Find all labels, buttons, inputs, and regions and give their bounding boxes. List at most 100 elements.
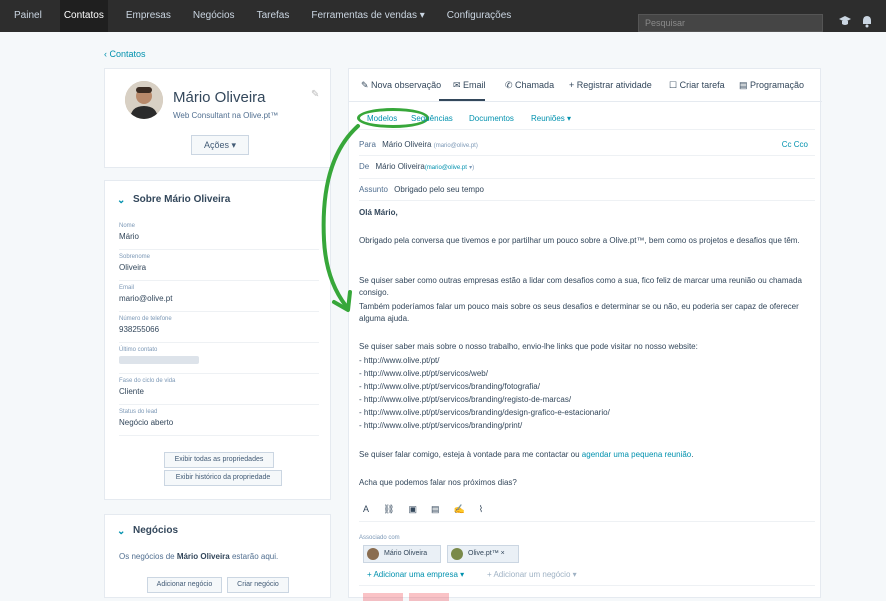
bell-icon[interactable] xyxy=(860,14,874,28)
divider xyxy=(119,311,319,312)
subtab-modelos[interactable]: Modelos xyxy=(357,108,429,128)
deals-empty-text: Os negócios de Mário Oliveira estarão aq… xyxy=(119,552,278,561)
search-input[interactable]: Pesquisar xyxy=(638,14,823,32)
list-item: - http://www.olive.pt/pt/servicos/brandi… xyxy=(359,408,610,417)
list-item: - http://www.olive.pt/pt/servicos/brandi… xyxy=(359,421,523,430)
divider xyxy=(119,249,319,250)
email-paragraph-2a[interactable]: Se quiser saber como outras empresas est… xyxy=(359,275,809,299)
active-tab-indicator xyxy=(439,99,485,101)
divider xyxy=(119,404,319,405)
envelope-icon: ✉ xyxy=(453,80,464,90)
email-link-list[interactable]: - http://www.olive.pt/pt/ - http://www.o… xyxy=(359,354,809,432)
deals-text-suffix: estarão aqui. xyxy=(229,552,279,561)
nav-configuracoes[interactable]: Configurações xyxy=(443,0,515,32)
attachment-icon[interactable]: ⌇ xyxy=(479,504,497,514)
tab-registrar-atividade[interactable]: + Registrar atividade xyxy=(569,80,652,90)
add-deal-link[interactable]: + Adicionar um negócio ▾ xyxy=(487,570,577,579)
associated-contact-chip[interactable]: Mário Oliveira xyxy=(363,545,441,563)
tab-chamada[interactable]: ✆ Chamada xyxy=(505,80,554,91)
create-deal-button[interactable]: Criar negócio xyxy=(227,577,289,593)
email-paragraph-5[interactable]: Acha que podemos falar nos próximos dias… xyxy=(359,477,809,489)
email-paragraph-3[interactable]: Se quiser saber mais sobre o nosso traba… xyxy=(359,341,809,353)
prop-value: Oliveira xyxy=(119,263,147,272)
add-deal-button[interactable]: Adicionar negócio xyxy=(147,577,222,593)
nav-negocios[interactable]: Negócios xyxy=(189,0,239,32)
show-all-properties-button[interactable]: Exibir todas as propriedades xyxy=(164,452,274,468)
send-button[interactable] xyxy=(363,593,403,601)
prop-label: Status do lead xyxy=(119,409,158,415)
from-dropdown[interactable]: ▾) xyxy=(469,165,474,171)
email-paragraph-1[interactable]: Obrigado pela conversa que tivemos e por… xyxy=(359,235,809,247)
nav-tarefas[interactable]: Tarefas xyxy=(253,0,294,32)
subtab-reunioes[interactable]: Reuniões ▾ xyxy=(531,114,571,123)
prop-status-lead[interactable]: Status do lead Negócio aberto xyxy=(119,409,319,427)
prop-sobrenome[interactable]: Sobrenome Oliveira xyxy=(119,254,319,272)
subtab-documentos[interactable]: Documentos xyxy=(469,114,514,123)
prop-fase-ciclo[interactable]: Fase do ciclo de vida Cliente xyxy=(119,378,319,396)
signature-icon[interactable]: ✍ xyxy=(453,504,478,514)
email-greeting[interactable]: Olá Mário, xyxy=(359,207,809,219)
pencil-icon[interactable]: ✎ xyxy=(311,89,319,100)
activity-tabs: ✎ Nova observação ✉ Email ✆ Chamada + Re… xyxy=(349,69,822,102)
to-field[interactable]: Para Mário Oliveira (mario@olive.pt) xyxy=(359,140,815,149)
annotation-arrow-icon xyxy=(321,124,360,312)
from-email: (mario@olive.pt xyxy=(424,165,467,171)
prop-value: Cliente xyxy=(119,387,144,396)
tab-label: Programação xyxy=(750,80,805,90)
subject-field[interactable]: Assunto Obrigado pelo seu tempo xyxy=(359,185,815,194)
show-property-history-button[interactable]: Exibir histórico da propriedade xyxy=(164,470,282,486)
prop-ultimo-contato[interactable]: Último contato xyxy=(119,347,319,364)
prop-value: Negócio aberto xyxy=(119,418,174,427)
to-email: (mario@olive.pt) xyxy=(433,143,478,149)
email-paragraph-4[interactable]: Se quiser falar comigo, esteja à vontade… xyxy=(359,449,809,461)
chevron-down-icon[interactable]: ⌄ xyxy=(117,526,125,537)
send-options-button[interactable] xyxy=(409,593,449,601)
divider xyxy=(359,178,815,179)
from-name: Mário Oliveira xyxy=(375,162,425,171)
tab-email[interactable]: ✉ Email xyxy=(453,80,486,91)
phone-icon: ✆ xyxy=(505,80,516,90)
prop-email[interactable]: Email mario@olive.pt xyxy=(119,285,319,303)
tab-programacao[interactable]: ▤ Programação xyxy=(739,80,804,91)
graduation-cap-icon[interactable] xyxy=(838,14,852,28)
meeting-link[interactable]: agendar uma pequena reunião xyxy=(582,450,691,459)
actions-dropdown[interactable]: Ações ▾ xyxy=(191,135,249,155)
nav-empresas[interactable]: Empresas xyxy=(122,0,175,32)
tab-nova-observacao[interactable]: ✎ Nova observação xyxy=(361,80,441,91)
nav-ferramentas[interactable]: Ferramentas de vendas ▾ xyxy=(307,0,428,32)
tab-criar-tarefa[interactable]: ☐ Criar tarefa xyxy=(669,80,725,91)
deals-card: ⌄ Negócios Os negócios de Mário Oliveira… xyxy=(104,514,331,598)
chevron-down-icon[interactable]: ⌄ xyxy=(117,195,125,206)
image-icon[interactable]: ▣ xyxy=(408,504,431,514)
cc-bcc-link[interactable]: Cc Cco xyxy=(782,140,808,149)
back-to-contacts-link[interactable]: ‹ Contatos xyxy=(104,49,146,59)
divider xyxy=(119,435,319,436)
from-field[interactable]: De Mário Oliveira(mario@olive.pt ▾) xyxy=(359,162,815,171)
nav-painel[interactable]: Painel xyxy=(10,0,46,32)
associated-company-chip[interactable]: Olive.pt™ × xyxy=(447,545,519,563)
chip-label: Mário Oliveira xyxy=(384,550,428,557)
prop-value: mario@olive.pt xyxy=(119,294,173,303)
deals-text-name: Mário Oliveira xyxy=(176,552,230,561)
activity-composer: ✎ Nova observação ✉ Email ✆ Chamada + Re… xyxy=(348,68,822,601)
nav-contatos[interactable]: Contatos xyxy=(59,0,108,32)
plus-icon: + xyxy=(569,80,577,90)
list-item: - http://www.olive.pt/pt/servicos/brandi… xyxy=(359,395,572,404)
add-company-link[interactable]: + Adicionar uma empresa ▾ xyxy=(367,570,464,579)
subject-value: Obrigado pelo seu tempo xyxy=(394,185,484,194)
link-icon[interactable]: ⛓ xyxy=(383,504,408,514)
deals-text-prefix: Os negócios de xyxy=(119,552,177,561)
prop-value: 938255066 xyxy=(119,325,160,334)
bold-icon[interactable]: A xyxy=(363,504,383,514)
about-title: Sobre Mário Oliveira xyxy=(133,194,231,205)
prop-label: Último contato xyxy=(119,347,158,353)
contact-subtitle: Web Consultant na Olive.pt™ xyxy=(173,111,279,120)
about-card: ⌄ Sobre Mário Oliveira Nome Mário Sobreno… xyxy=(104,180,331,500)
to-name: Mário Oliveira xyxy=(382,140,432,149)
email-paragraph-2b[interactable]: Também poderíamos falar um pouco mais so… xyxy=(359,301,809,325)
document-icon[interactable]: ▤ xyxy=(431,504,454,514)
avatar xyxy=(367,548,379,560)
prop-nome[interactable]: Nome Mário xyxy=(119,223,319,241)
subtab-sequencias[interactable]: Sequências xyxy=(411,114,453,123)
prop-telefone[interactable]: Número de telefone 938255066 xyxy=(119,316,319,334)
